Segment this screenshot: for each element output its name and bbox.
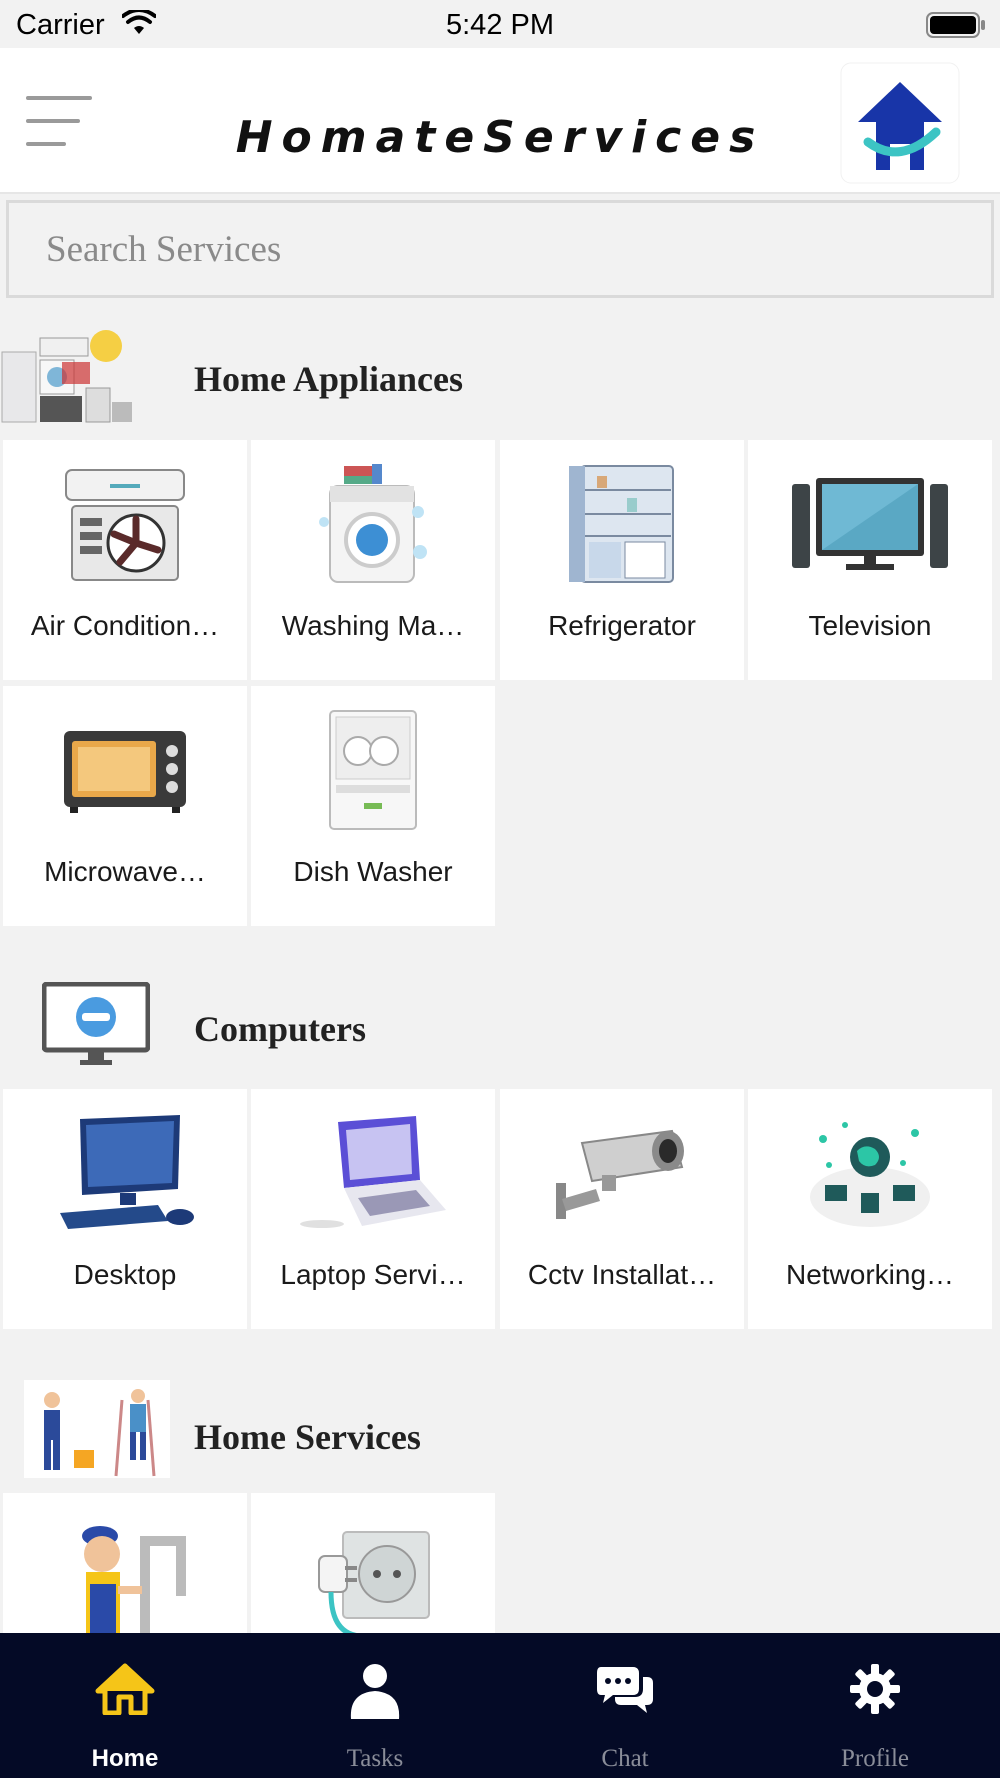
service-tile-television[interactable]: Television <box>748 440 992 680</box>
tab-home[interactable]: Home <box>0 1633 250 1778</box>
bottom-tab-bar: Home Tasks Chat Profile <box>0 1633 1000 1778</box>
tab-tasks[interactable]: Tasks <box>250 1633 500 1778</box>
service-label: Dish Washer <box>293 856 453 887</box>
service-tile-washing-machine[interactable]: Washing Ma… <box>251 440 495 680</box>
service-tile-refrigerator[interactable]: Refrigerator <box>500 440 744 680</box>
tab-label: Tasks <box>346 1745 404 1772</box>
service-label: Television <box>808 610 932 641</box>
section-title: Home Services <box>194 1417 421 1457</box>
section-title: Computers <box>194 1009 366 1049</box>
gear-icon <box>750 1663 1000 1723</box>
appliances-collage-icon <box>0 328 134 431</box>
search-box[interactable] <box>6 200 994 298</box>
service-tile-dish-washer[interactable]: Dish Washer <box>251 686 495 926</box>
section-title: Home Appliances <box>194 359 464 399</box>
cctv-camera-icon <box>500 1105 744 1241</box>
status-bar: Carrier 5:42 PM <box>0 0 1000 48</box>
service-tile-air-conditioner[interactable]: Air Condition… <box>3 440 247 680</box>
air-conditioner-icon <box>3 456 247 592</box>
service-label: Microwave… <box>44 856 206 887</box>
laptop-icon <box>251 1105 495 1241</box>
electrical-socket-icon <box>251 1509 495 1645</box>
app-header: HomateServices <box>0 48 1000 194</box>
service-tile-laptop[interactable]: Laptop Servi… <box>251 1089 495 1329</box>
search-input[interactable] <box>9 203 991 295</box>
tab-label: Home <box>91 1745 159 1772</box>
section-computers: Computers <box>0 970 1000 1070</box>
service-tile-networking[interactable]: Networking… <box>748 1089 992 1329</box>
app-screen: Carrier 5:42 PM HomateServices Search Se… <box>0 0 1000 1778</box>
home-icon <box>0 1663 250 1723</box>
networking-icon <box>748 1105 992 1241</box>
service-label: Washing Ma… <box>281 610 465 641</box>
service-label: Desktop <box>73 1259 177 1290</box>
service-tile-desktop[interactable]: Desktop <box>3 1089 247 1329</box>
desktop-icon <box>3 1105 247 1241</box>
service-tile-cctv[interactable]: Cctv Installat… <box>500 1089 744 1329</box>
tab-profile[interactable]: Profile <box>750 1633 1000 1778</box>
washing-machine-icon <box>251 456 495 592</box>
workers-icon <box>24 1380 170 1483</box>
battery-icon <box>926 12 986 43</box>
tab-label: Profile <box>840 1745 910 1772</box>
service-label: Refrigerator <box>548 610 696 641</box>
plumber-icon <box>3 1509 247 1645</box>
house-logo[interactable] <box>840 62 960 184</box>
service-label: Air Condition… <box>30 610 220 641</box>
chat-bubbles-icon <box>500 1663 750 1723</box>
service-tile-microwave[interactable]: Microwave… <box>3 686 247 926</box>
section-home-services: Home Services <box>0 1378 1000 1478</box>
refrigerator-icon <box>500 456 744 592</box>
monitor-icon <box>41 981 151 1073</box>
television-icon <box>748 456 992 592</box>
tab-chat[interactable]: Chat <box>500 1633 750 1778</box>
service-label: Laptop Servi… <box>280 1259 466 1290</box>
tab-label: Chat <box>601 1745 649 1772</box>
service-label: Networking… <box>785 1259 955 1290</box>
dishwasher-icon <box>251 702 495 838</box>
service-label: Cctv Installat… <box>527 1259 717 1290</box>
person-icon <box>250 1663 500 1723</box>
clock: 5:42 PM <box>446 9 554 41</box>
section-home-appliances: Home Appliances <box>0 320 1000 423</box>
microwave-icon <box>3 702 247 838</box>
